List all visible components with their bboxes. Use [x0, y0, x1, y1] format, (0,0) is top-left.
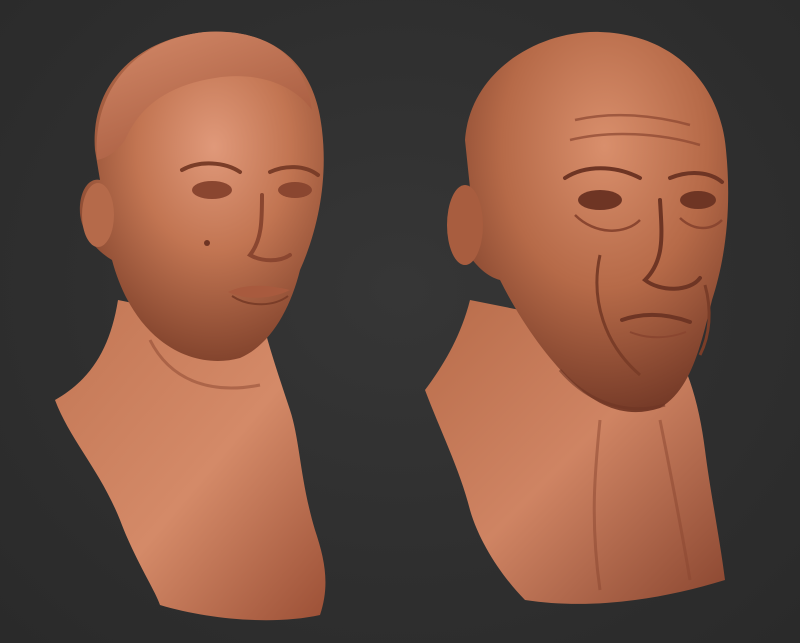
male-bust-drawing [425, 31, 729, 604]
male-ear [447, 185, 483, 265]
sculpt-viewport [0, 0, 800, 643]
male-bust [0, 0, 800, 643]
